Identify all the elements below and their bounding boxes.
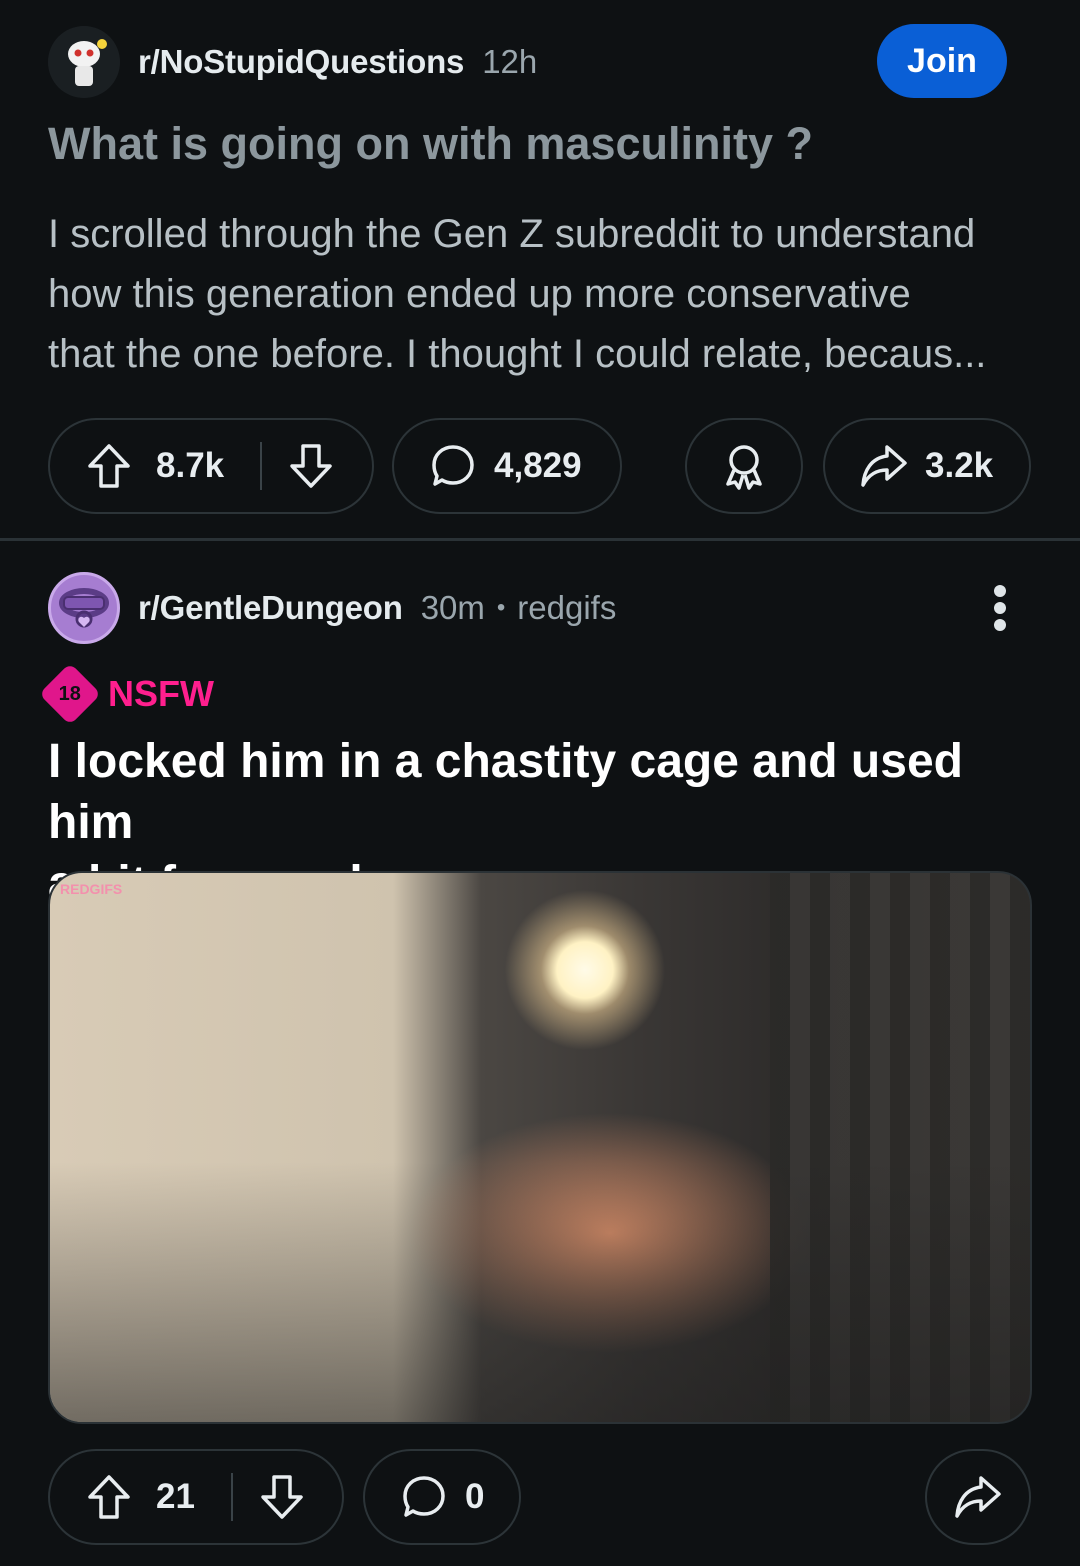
media-watermark: REDGIFS (60, 881, 123, 897)
share-button[interactable] (925, 1449, 1031, 1545)
post-card[interactable]: r/NoStupidQuestions 12h Join What is goi… (0, 0, 1080, 538)
subreddit-avatar[interactable] (48, 26, 120, 98)
share-count: 3.2k (925, 446, 994, 485)
subreddit-avatar[interactable] (48, 572, 120, 644)
comment-icon (430, 443, 476, 489)
vote-divider (260, 442, 263, 490)
share-button[interactable]: 3.2k (823, 418, 1031, 514)
post-body-line: how this generation ended up more conser… (48, 272, 911, 316)
vote-control: 21 (48, 1449, 344, 1545)
join-button[interactable]: Join (877, 24, 1007, 98)
nsfw-18-badge: 18 (38, 662, 102, 726)
post-header: r/GentleDungeon 30m • redgifs (48, 572, 616, 644)
more-options-icon[interactable] (980, 581, 1020, 635)
comment-count: 0 (465, 1477, 485, 1516)
post-age: 30m (420, 589, 485, 626)
post-card[interactable]: r/GentleDungeon 30m • redgifs 18 NSFW I … (0, 541, 1080, 1566)
subreddit-name[interactable]: r/NoStupidQuestions (138, 43, 464, 81)
post-actions: 21 0 (0, 1449, 1080, 1545)
nsfw-tag: 18 NSFW (38, 662, 214, 726)
post-source[interactable]: redgifs (517, 589, 616, 627)
comments-button[interactable]: 4,829 (392, 418, 622, 514)
share-icon (859, 443, 909, 489)
more-dot (994, 619, 1006, 631)
post-media[interactable]: REDGIFS (48, 871, 1032, 1424)
downvote-icon[interactable] (288, 442, 334, 490)
media-overlay (50, 1162, 1030, 1422)
post-age: 12h (482, 43, 538, 80)
comment-count: 4,829 (494, 446, 582, 485)
post-body-line: I scrolled through the Gen Z subreddit t… (48, 212, 976, 256)
subreddit-name[interactable]: r/GentleDungeon (138, 589, 403, 627)
more-dot (994, 602, 1006, 614)
comment-icon (401, 1474, 447, 1520)
share-icon (953, 1474, 1003, 1520)
nsfw-label: NSFW (108, 673, 214, 714)
vote-divider (230, 1473, 233, 1521)
award-icon (721, 442, 767, 490)
post-body-preview[interactable]: I scrolled through the Gen Z subreddit t… (48, 204, 1032, 384)
post-header: r/NoStupidQuestions 12h (48, 26, 537, 98)
downvote-icon[interactable] (259, 1473, 305, 1521)
post-title[interactable]: What is going on with masculinity ? (48, 118, 1032, 170)
upvote-count: 8.7k (156, 446, 225, 485)
award-button[interactable] (685, 418, 803, 514)
post-body-line: that the one before. I thought I could r… (48, 332, 987, 376)
vote-control: 8.7k (48, 418, 374, 514)
nsfw-badge-number: 18 (58, 682, 82, 705)
more-dot (994, 585, 1006, 597)
upvote-icon[interactable] (86, 442, 132, 490)
post-title-line: I locked him in a chastity cage and used… (48, 735, 963, 849)
comments-button[interactable]: 0 (363, 1449, 521, 1545)
upvote-count: 21 (156, 1477, 195, 1516)
upvote-icon[interactable] (86, 1473, 132, 1521)
meta-separator: • (496, 594, 506, 621)
post-actions: 8.7k 4,829 3.2k (0, 418, 1080, 514)
